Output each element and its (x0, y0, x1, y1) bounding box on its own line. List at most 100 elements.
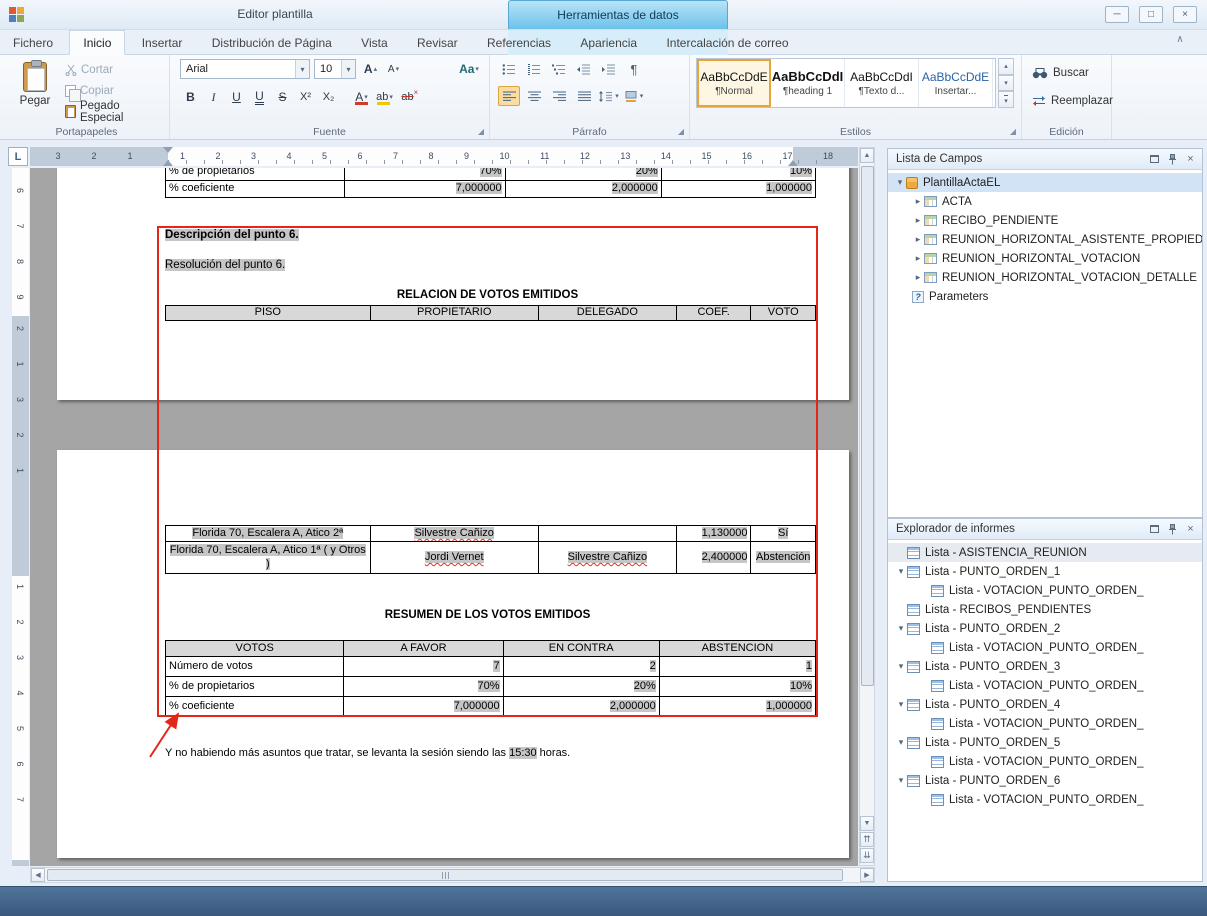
tree-item-votacion-punto-orden[interactable]: Lista - VOTACION_PUNTO_ORDEN_ (888, 638, 1202, 657)
merge-field[interactable]: 7,000000 (456, 182, 502, 194)
collapse-icon[interactable]: ▾ (895, 623, 907, 634)
tab-fichero[interactable]: Fichero (0, 31, 66, 56)
report-explorer-header[interactable]: Explorador de informes × (888, 519, 1202, 540)
font-color-button[interactable]: A ▾ (351, 87, 372, 107)
expand-icon[interactable]: ▸ (912, 253, 924, 264)
paste-button[interactable]: Pegar (12, 58, 58, 126)
collapse-icon[interactable]: ▾ (895, 699, 907, 710)
tree-item-punto-orden-4[interactable]: ▾ Lista - PUNTO_ORDEN_4 (888, 695, 1202, 714)
collapse-icon[interactable]: ▾ (895, 775, 907, 786)
next-page-button[interactable]: ⇊ (860, 848, 874, 863)
paste-special-button[interactable]: Pegado Especial (62, 102, 169, 121)
dialog-launcher-icon[interactable]: ◢ (1008, 127, 1018, 137)
minimize-button[interactable]: ─ (1105, 6, 1129, 23)
merge-field[interactable]: 2,000000 (612, 182, 658, 194)
tab-inicio[interactable]: Inicio (69, 30, 125, 55)
tab-vista[interactable]: Vista (348, 31, 400, 56)
bullet-list-button[interactable] (498, 59, 520, 79)
align-left-button[interactable] (498, 86, 520, 106)
tree-item-recibos-pendientes[interactable]: Lista - RECIBOS_PENDIENTES (888, 600, 1202, 619)
superscript-button[interactable]: X² (295, 87, 316, 107)
merge-field[interactable]: 10% (790, 168, 812, 177)
style-item-texto[interactable]: AaBbCcDdI ¶Texto d... (845, 59, 919, 107)
tab-intercalacion-correo[interactable]: Intercalación de correo (653, 31, 801, 56)
pin-panel-button[interactable] (1165, 152, 1180, 167)
expand-icon[interactable]: ▸ (912, 272, 924, 283)
font-size-select[interactable]: 10 ▾ (314, 59, 356, 79)
close-panel-button[interactable]: × (1183, 152, 1198, 167)
table-row[interactable]: % de propietarios 70% 20% 10% (166, 168, 816, 181)
right-indent-marker[interactable] (788, 160, 798, 166)
tree-item-parameters[interactable]: ? Parameters (888, 287, 1202, 306)
tab-insertar[interactable]: Insertar (129, 31, 196, 56)
underline-button[interactable]: U (226, 87, 247, 107)
collapse-icon[interactable]: ▾ (894, 177, 906, 188)
copy-button[interactable]: Copiar (62, 81, 117, 100)
tab-apariencia[interactable]: Apariencia (567, 31, 650, 56)
collapse-icon[interactable]: ▾ (895, 566, 907, 577)
maximize-button[interactable]: □ (1139, 6, 1163, 23)
tree-item-votacion-punto-orden[interactable]: Lista - VOTACION_PUNTO_ORDEN_ (888, 790, 1202, 809)
table-cell[interactable]: % de propietarios (166, 168, 345, 181)
justify-button[interactable] (573, 86, 595, 106)
merge-field[interactable]: 70% (480, 168, 502, 177)
gallery-expand-button[interactable]: ▾ (998, 91, 1014, 108)
tab-distribucion-pagina[interactable]: Distribución de Página (199, 31, 345, 56)
horizontal-scrollbar[interactable]: ◀ ▶ (30, 867, 875, 883)
close-button[interactable]: × (1173, 6, 1197, 23)
text-highlight-button[interactable]: ab ▾ (374, 87, 395, 107)
table-row[interactable]: % coeficiente 7,000000 2,000000 1,000000 (166, 181, 816, 198)
field-list-header[interactable]: Lista de Campos × (888, 149, 1202, 170)
tree-item-punto-orden-2[interactable]: ▾ Lista - PUNTO_ORDEN_2 (888, 619, 1202, 638)
align-center-button[interactable] (523, 86, 545, 106)
find-button[interactable]: Buscar (1032, 63, 1089, 83)
tree-item-acta[interactable]: ▸ ACTA (888, 192, 1202, 211)
close-panel-button[interactable]: × (1183, 522, 1198, 537)
merge-field[interactable]: 1,000000 (766, 182, 812, 194)
tree-item-votacion-punto-orden[interactable]: Lista - VOTACION_PUNTO_ORDEN_ (888, 752, 1202, 771)
horizontal-ruler[interactable]: 3 2 1 1 2 3 4 5 6 7 8 9 10 11 12 13 14 1… (30, 147, 858, 166)
tree-item-votacion-punto-orden[interactable]: Lista - VOTACION_PUNTO_ORDEN_ (888, 676, 1202, 695)
tree-item-reunion-votacion-detalle[interactable]: ▸ REUNION_HORIZONTAL_VOTACION_DETALLE (888, 268, 1202, 287)
clear-formatting-button[interactable]: ab × (397, 87, 418, 107)
style-item-normal[interactable]: AaBbCcDdE ¶Normal (697, 59, 771, 107)
tree-item-plantillaactael[interactable]: ▾ PlantillaActaEL (888, 173, 1202, 192)
maximize-panel-button[interactable] (1147, 152, 1162, 167)
tree-item-punto-orden-6[interactable]: ▾ Lista - PUNTO_ORDEN_6 (888, 771, 1202, 790)
tree-item-asistencia-reunion[interactable]: Lista - ASISTENCIA_REUNION (888, 543, 1202, 562)
shading-button[interactable]: ▾ (623, 86, 645, 106)
dialog-launcher-icon[interactable]: ◢ (676, 127, 686, 137)
chevron-down-icon[interactable]: ▾ (341, 60, 355, 78)
vertical-scroll-thumb[interactable] (861, 166, 874, 686)
gallery-scroll-down-button[interactable]: ▾ (998, 75, 1014, 92)
shrink-font-button[interactable]: A▾ (383, 59, 404, 79)
vertical-ruler[interactable]: 6 7 8 9 2 1 3 2 1 1 2 3 4 5 6 7 (12, 168, 29, 866)
tree-item-recibo-pendiente[interactable]: ▸ RECIBO_PENDIENTE (888, 211, 1202, 230)
grow-font-button[interactable]: A▴ (360, 59, 381, 79)
chevron-down-icon[interactable]: ▾ (295, 60, 309, 78)
tree-item-reunion-asistente-propiedad[interactable]: ▸ REUNION_HORIZONTAL_ASISTENTE_PROPIEDAD (888, 230, 1202, 249)
gallery-scroll-up-button[interactable]: ▴ (998, 58, 1014, 75)
style-item-insertar[interactable]: AaBbCcDdE Insertar... (919, 59, 993, 107)
show-paragraph-marks-button[interactable]: ¶ (623, 59, 645, 79)
style-item-heading1[interactable]: AaBbCcDdI ¶heading 1 (771, 59, 845, 107)
collapse-icon[interactable]: ▾ (895, 661, 907, 672)
scroll-right-button[interactable]: ▶ (860, 868, 874, 882)
multilevel-list-button[interactable] (548, 59, 570, 79)
bold-button[interactable]: B (180, 87, 201, 107)
ribbon-collapse-icon[interactable]: ∧ (1171, 34, 1189, 50)
numbered-list-button[interactable] (523, 59, 545, 79)
tree-item-punto-orden-5[interactable]: ▾ Lista - PUNTO_ORDEN_5 (888, 733, 1202, 752)
tree-item-punto-orden-3[interactable]: ▾ Lista - PUNTO_ORDEN_3 (888, 657, 1202, 676)
align-right-button[interactable] (548, 86, 570, 106)
tab-stop-selector[interactable]: L (8, 147, 28, 166)
tree-item-punto-orden-1[interactable]: ▾ Lista - PUNTO_ORDEN_1 (888, 562, 1202, 581)
expand-icon[interactable]: ▸ (912, 196, 924, 207)
replace-button[interactable]: Reemplazar (1032, 91, 1113, 111)
tab-revisar[interactable]: Revisar (404, 31, 471, 56)
merge-field-time[interactable]: 15:30 (509, 747, 537, 759)
horizontal-scroll-thumb[interactable] (47, 869, 843, 881)
closing-paragraph[interactable]: Y no habiendo más asuntos que tratar, se… (165, 747, 570, 759)
previous-page-button[interactable]: ⇈ (860, 832, 874, 847)
scroll-up-button[interactable]: ▲ (860, 148, 874, 163)
